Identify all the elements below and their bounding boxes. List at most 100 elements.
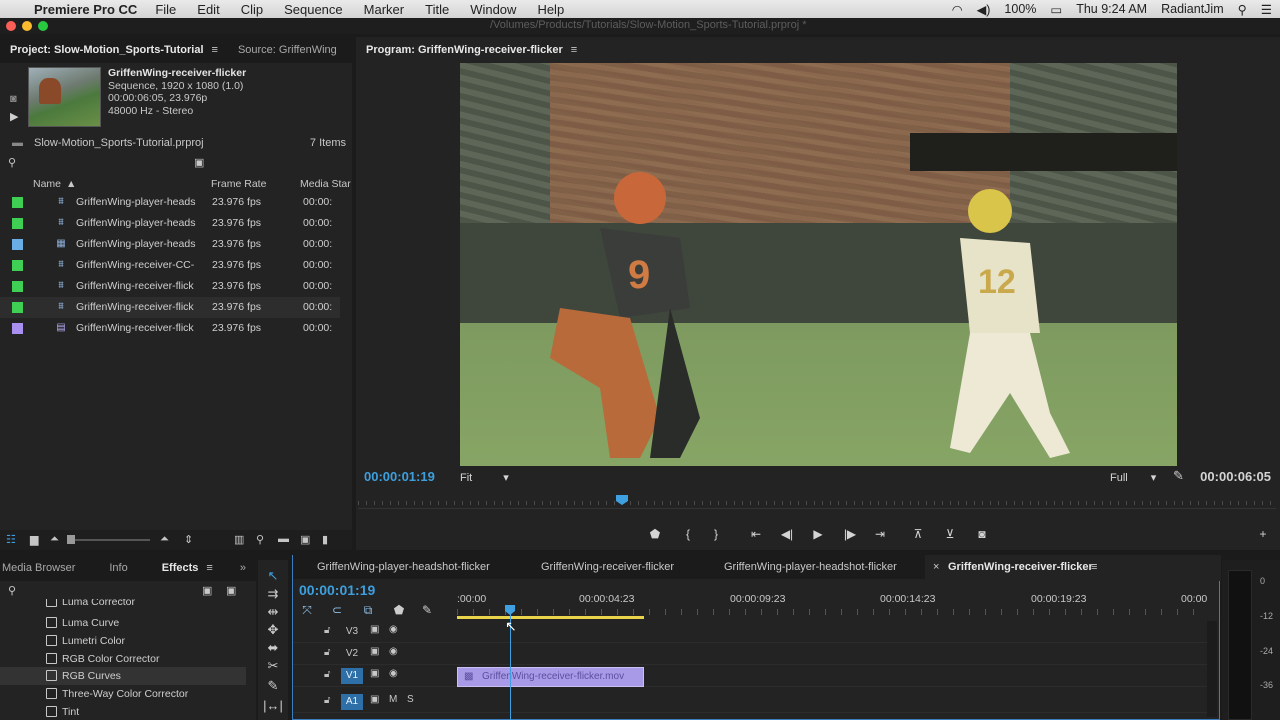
menu-marker[interactable]: Marker <box>364 2 404 17</box>
program-time-ruler[interactable] <box>358 495 1276 509</box>
go-to-in-button[interactable]: ⇤ <box>747 527 765 541</box>
pen-tool-icon[interactable]: ✎ <box>263 678 283 694</box>
track-v2[interactable]: 🔓︎ V2 ▣ ◉ <box>293 643 1207 665</box>
list-item[interactable]: ⩩ GriffenWing-receiver-flick 23.976 fps … <box>0 297 340 318</box>
effect-item[interactable]: Lumetri Color <box>0 632 246 650</box>
menu-sequence[interactable]: Sequence <box>284 2 343 17</box>
playback-resolution-dropdown[interactable]: Full ▾ <box>1110 471 1156 484</box>
lock-icon[interactable]: 🔓︎ <box>324 625 330 636</box>
label-color-swatch[interactable] <box>12 260 23 271</box>
rate-stretch-tool-icon[interactable]: ⬌ <box>263 640 283 656</box>
search-icon[interactable]: ⚲ <box>8 584 16 597</box>
new-item-icon[interactable]: ▣ <box>300 533 310 546</box>
label-color-swatch[interactable] <box>12 323 23 334</box>
step-forward-button[interactable]: |▶ <box>841 527 859 541</box>
mark-in-button[interactable]: { <box>679 527 697 541</box>
mute-button[interactable]: M <box>389 694 397 705</box>
sync-lock-icon[interactable]: ▣ <box>370 668 379 679</box>
add-marker-icon[interactable]: ⬟ <box>391 603 407 617</box>
label-color-swatch[interactable] <box>12 239 23 250</box>
razor-tool-icon[interactable]: ✂ <box>263 658 283 674</box>
work-area-bar[interactable] <box>457 616 644 619</box>
panel-menu-icon[interactable]: ≡ <box>212 44 218 56</box>
app-menu[interactable]: Premiere Pro CC <box>34 2 137 17</box>
selection-tool-icon[interactable]: ↖ <box>263 568 283 584</box>
effect-item[interactable]: Tint <box>0 703 246 720</box>
sort-icons-icon[interactable]: ⏶ <box>160 533 169 546</box>
spotlight-search-icon[interactable]: ⚲ <box>1238 2 1247 17</box>
sync-lock-icon[interactable]: ▣ <box>370 694 379 705</box>
close-tab-icon[interactable]: × <box>933 555 939 579</box>
timeline-settings-wrench-icon[interactable]: ✎ <box>419 603 435 617</box>
eye-icon[interactable]: ◉ <box>389 624 398 635</box>
menu-clip[interactable]: Clip <box>241 2 263 17</box>
list-item[interactable]: ⩩ GriffenWing-receiver-CC- 23.976 fps 00… <box>0 255 340 276</box>
search-icon[interactable]: ⚲ <box>8 156 16 169</box>
eye-icon[interactable]: ◉ <box>389 646 398 657</box>
tab-project[interactable]: Project: Slow-Motion_Sports-Tutorial ≡ <box>0 37 228 63</box>
timeline-vertical-scrollbar[interactable] <box>1207 621 1217 717</box>
volume-icon[interactable]: ◀) <box>977 2 991 17</box>
list-view-icon[interactable]: ☷ <box>6 533 16 546</box>
menu-file[interactable]: File <box>155 2 176 17</box>
effect-item-selected[interactable]: RGB Curves <box>0 667 246 685</box>
lock-icon[interactable]: 🔓︎ <box>324 647 330 658</box>
freeform-view-icon[interactable]: ⏶ <box>50 533 59 546</box>
tab-source[interactable]: Source: GriffenWing <box>228 37 347 63</box>
track-v1[interactable]: 🔓︎ V1 ▣ ◉ <box>293 665 1207 687</box>
list-item[interactable]: ▤ GriffenWing-receiver-flick 23.976 fps … <box>0 318 340 339</box>
column-frame-rate[interactable]: Frame Rate <box>211 178 266 190</box>
timeline-tab[interactable]: GriffenWing-receiver-flicker <box>541 555 674 579</box>
linked-selection-icon[interactable]: ⧉ <box>360 603 376 618</box>
icon-view-icon[interactable]: ▆ <box>30 533 38 546</box>
lock-icon[interactable]: 🔓︎ <box>324 669 330 680</box>
track-a1[interactable]: 🔓︎ A1 ▣ M S <box>293 691 1207 713</box>
accelerated-effects-icon[interactable]: ▣ <box>202 584 212 597</box>
sort-asc-icon[interactable]: ▲ <box>66 178 76 190</box>
menu-title[interactable]: Title <box>425 2 449 17</box>
step-back-button[interactable]: ◀| <box>778 527 796 541</box>
label-color-swatch[interactable] <box>12 281 23 292</box>
list-item[interactable]: ▦ GriffenWing-player-heads 23.976 fps 00… <box>0 234 340 255</box>
notification-center-icon[interactable]: ☰ <box>1261 2 1272 17</box>
mark-out-button[interactable]: } <box>707 527 725 541</box>
video-clip[interactable]: ▩ GriffenWing-receiver-flicker.mov <box>457 667 644 687</box>
trash-icon[interactable]: ▮ <box>322 533 328 546</box>
effect-item[interactable]: RGB Color Corrector <box>0 650 246 668</box>
program-video-frame[interactable]: 9 12 <box>460 63 1177 466</box>
tab-media-browser[interactable]: Media Browser <box>0 555 85 581</box>
label-color-swatch[interactable] <box>12 197 23 208</box>
sort-toggle-icon[interactable]: ⇕ <box>184 533 193 546</box>
wifi-icon[interactable]: ◠ <box>952 2 963 17</box>
zoom-slider[interactable] <box>67 535 150 544</box>
tab-info[interactable]: Info <box>99 555 137 581</box>
list-item[interactable]: ⩩ GriffenWing-player-heads 23.976 fps 00… <box>0 192 340 213</box>
poster-frame-camera-icon[interactable]: ◙ <box>10 93 17 105</box>
label-color-swatch[interactable] <box>12 302 23 313</box>
effect-item[interactable]: Three-Way Color Corrector <box>0 685 246 703</box>
list-item[interactable]: ⩩ GriffenWing-receiver-flick 23.976 fps … <box>0 276 340 297</box>
program-current-timecode[interactable]: 00:00:01:19 <box>364 469 435 484</box>
panel-menu-icon[interactable]: ≡ <box>571 44 577 56</box>
extract-button[interactable]: ⊻ <box>941 527 959 541</box>
label-color-swatch[interactable] <box>12 218 23 229</box>
new-search-bin-icon[interactable]: ▣ <box>194 156 204 169</box>
column-media-start[interactable]: Media Star <box>300 178 351 190</box>
tab-effects[interactable]: Effects ≡ <box>152 555 223 581</box>
menu-help[interactable]: Help <box>537 2 564 17</box>
track-select-tool-icon[interactable]: ⇉ <box>263 586 283 602</box>
panel-overflow-icon[interactable]: » <box>230 555 256 581</box>
track-label-targeted[interactable]: A1 <box>341 694 363 710</box>
sync-lock-icon[interactable]: ▣ <box>370 646 379 657</box>
export-frame-camera-icon[interactable]: ◙ <box>973 527 991 541</box>
battery-icon[interactable]: ▭ <box>1050 2 1062 17</box>
track-v3[interactable]: 🔓︎ V3 ▣ ◉ <box>293 621 1207 643</box>
ripple-edit-tool-icon[interactable]: ⇹ <box>263 604 283 620</box>
zoom-window-button[interactable] <box>38 21 48 31</box>
add-marker-button[interactable]: ⬟ <box>646 527 664 541</box>
rolling-edit-tool-icon[interactable]: ✥ <box>263 622 283 638</box>
effect-item[interactable]: Luma Corrector <box>0 599 246 611</box>
settings-wrench-icon[interactable]: ✎ <box>1173 468 1184 484</box>
panel-menu-icon[interactable]: ≡ <box>206 562 212 574</box>
track-label-targeted[interactable]: V1 <box>341 668 363 684</box>
